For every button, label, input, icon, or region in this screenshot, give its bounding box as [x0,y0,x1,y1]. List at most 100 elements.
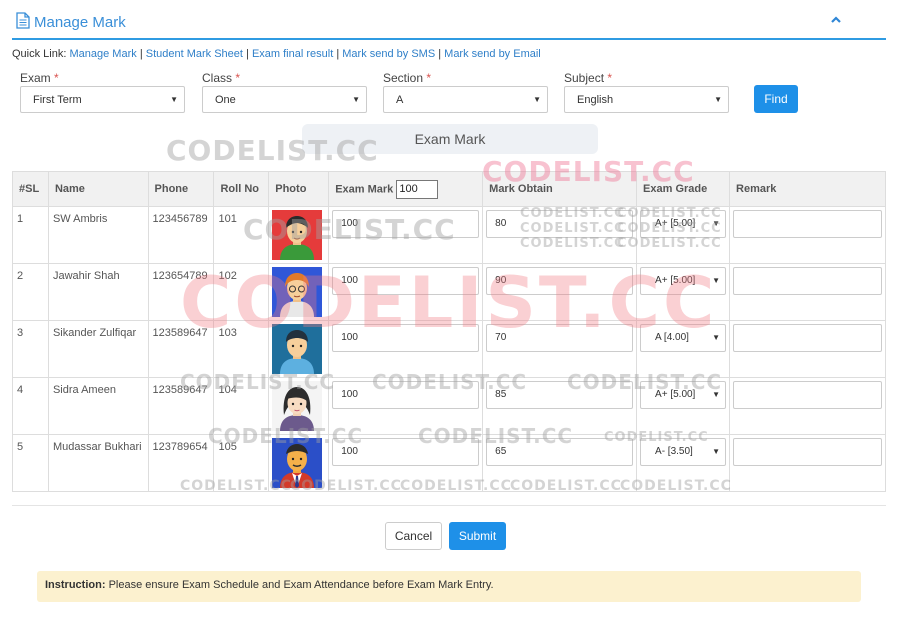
grade-select[interactable]: A+ [5.00] ▼ [640,210,727,238]
table-row: 1 SW Ambris 123456789 101 100 80 A+ [5.0… [12,206,886,264]
row-roll: 103 [213,320,270,378]
instruction-alert: Instruction: Please ensure Exam Schedule… [37,571,861,602]
col-exam-mark: Exam Mark 100 [328,171,484,207]
instruction-text: Please ensure Exam Schedule and Exam Att… [108,579,494,591]
row-exam-mark-cell: 100 [328,377,484,435]
section-label: Section [383,71,424,85]
caret-down-icon: ▼ [712,447,721,456]
row-remark-cell [729,377,886,435]
row-exam-mark-cell: 100 [328,320,484,378]
table-header-row: #SL Name Phone Roll No Photo Exam Mark 1… [12,171,886,207]
quick-link-prefix: Quick Link: [12,48,67,60]
remark-input[interactable] [733,267,882,295]
grade-select[interactable]: A+ [5.00] ▼ [640,267,727,295]
row-remark-cell [729,263,886,321]
quick-link-mark-sheet[interactable]: Student Mark Sheet [146,48,243,60]
row-phone: 123789654 [147,434,215,492]
mark-obtain-input[interactable]: 80 [486,210,634,238]
table-row: 2 Jawahir Shah 123654789 102 100 90 A+ [… [12,263,886,321]
caret-down-icon: ▼ [714,95,722,104]
remark-input[interactable] [733,381,882,409]
caret-down-icon: ▼ [170,95,178,104]
col-roll: Roll No [213,171,270,207]
row-sl: 4 [12,377,49,435]
subject-filter: Subject * English ▼ [564,71,729,113]
exam-mark-input[interactable]: 100 [332,210,480,238]
row-roll: 102 [213,263,270,321]
row-phone: 123589647 [147,320,215,378]
row-roll: 105 [213,434,270,492]
class-filter: Class * One ▼ [202,71,367,113]
row-photo-cell [268,377,330,435]
chevron-up-icon[interactable] [830,14,842,28]
cancel-button[interactable]: Cancel [385,522,442,550]
row-phone: 123589647 [147,377,215,435]
section-select[interactable]: A ▼ [383,86,548,113]
row-sl: 1 [12,206,49,264]
remark-input[interactable] [733,324,882,352]
mark-obtain-input[interactable]: 90 [486,267,634,295]
row-exam-mark-cell: 100 [328,434,484,492]
row-grade-cell: A- [3.50] ▼ [636,434,731,492]
row-remark-cell [729,434,886,492]
table-row: 3 Sikander Zulfiqar 123589647 103 100 70… [12,320,886,378]
grade-select[interactable]: A+ [5.00] ▼ [640,381,727,409]
exam-mark-input[interactable]: 100 [332,381,480,409]
panel-header: Manage Mark [12,6,886,40]
row-phone: 123654789 [147,263,215,321]
quick-link-sms[interactable]: Mark send by SMS [342,48,435,60]
row-sl: 5 [12,434,49,492]
mark-obtain-input[interactable]: 70 [486,324,634,352]
col-sl: #SL [12,171,49,207]
exam-mark-input[interactable]: 100 [332,324,480,352]
remark-input[interactable] [733,438,882,466]
exam-filter: Exam * First Term ▼ [20,71,185,113]
quick-link-manage-mark[interactable]: Manage Mark [69,48,136,60]
row-name: SW Ambris [47,206,149,264]
exam-select[interactable]: First Term ▼ [20,86,185,113]
row-phone: 123456789 [147,206,215,264]
exam-label: Exam [20,71,51,85]
mark-obtain-input[interactable]: 65 [486,438,634,466]
caret-down-icon: ▼ [352,95,360,104]
subject-select[interactable]: English ▼ [564,86,729,113]
row-roll: 101 [213,206,270,264]
quick-link-final-result[interactable]: Exam final result [252,48,333,60]
exam-mark-input[interactable]: 100 [332,438,480,466]
row-remark-cell [729,206,886,264]
row-grade-cell: A+ [5.00] ▼ [636,206,731,264]
student-avatar [272,267,323,317]
row-obtain-cell: 80 [482,206,638,264]
exam-mark-default-input[interactable]: 100 [396,179,439,199]
caret-down-icon: ▼ [712,390,721,399]
class-select[interactable]: One ▼ [202,86,367,113]
mark-obtain-input[interactable]: 85 [486,381,634,409]
row-exam-mark-cell: 100 [328,206,484,264]
table-row: 5 Mudassar Bukhari 123789654 105 100 65 [12,434,886,492]
col-phone: Phone [147,171,215,207]
table-row: 4 Sidra Ameen 123589647 104 100 85 A+ [5… [12,377,886,435]
caret-down-icon: ▼ [712,219,721,228]
row-photo-cell [268,263,330,321]
row-grade-cell: A [4.00] ▼ [636,320,731,378]
col-name: Name [47,171,149,207]
remark-input[interactable] [733,210,882,238]
section-title: Exam Mark [302,124,598,154]
quick-link-email[interactable]: Mark send by Email [444,48,541,60]
row-name: Sikander Zulfiqar [47,320,149,378]
section-filter: Section * A ▼ [383,71,548,113]
row-obtain-cell: 90 [482,263,638,321]
instruction-label: Instruction: [45,579,106,591]
submit-button[interactable]: Submit [449,522,506,550]
row-obtain-cell: 65 [482,434,638,492]
student-avatar [272,210,323,260]
subject-label: Subject [564,71,605,85]
grade-select[interactable]: A [4.00] ▼ [640,324,727,352]
find-button[interactable]: Find [754,85,798,113]
row-grade-cell: A+ [5.00] ▼ [636,263,731,321]
row-photo-cell [268,434,330,492]
exam-mark-input[interactable]: 100 [332,267,480,295]
row-name: Sidra Ameen [47,377,149,435]
grade-select[interactable]: A- [3.50] ▼ [640,438,727,466]
row-name: Mudassar Bukhari [47,434,149,492]
